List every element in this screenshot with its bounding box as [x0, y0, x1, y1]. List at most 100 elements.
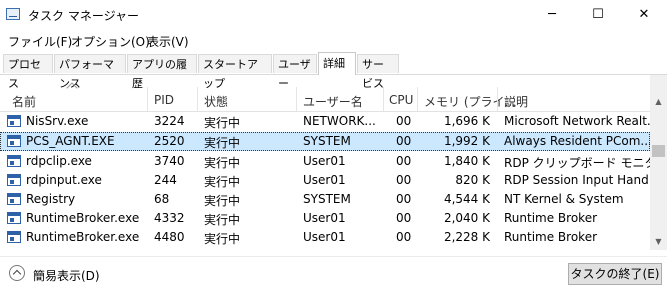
column-divider[interactable] — [383, 87, 384, 111]
cell-name: rdpclip.exe — [26, 154, 92, 168]
cell-cpu: 00 — [396, 211, 412, 225]
scroll-down-arrow-icon[interactable]: ▼ — [650, 233, 667, 250]
cell-description: Runtime Broker — [504, 211, 598, 225]
table-row-selected[interactable]: PCS_AGNT.EXE 2520 実行中 SYSTEM 00 1,992 K … — [0, 132, 650, 151]
cell-cpu: 00 — [396, 173, 412, 187]
tab-performance[interactable]: パフォーマンス — [54, 54, 126, 90]
title-bar: タスク マネージャー ─ ☐ ✕ — [0, 0, 667, 30]
window-title: タスク マネージャー — [28, 9, 139, 23]
table-header: 名前 PID 状態 ユーザー名 CPU メモリ (プライ... 説明 — [0, 75, 650, 112]
cell-pid: 2520 — [154, 134, 185, 148]
process-icon — [7, 193, 21, 205]
task-manager-icon — [6, 8, 20, 20]
column-header-pid[interactable]: PID — [154, 93, 174, 107]
cell-username: NETWORK... — [303, 114, 376, 128]
column-divider[interactable] — [296, 87, 297, 111]
cell-pid: 3740 — [154, 154, 185, 168]
cell-description: RDP Session Input Hand... — [504, 173, 650, 187]
cell-pid: 4480 — [154, 230, 185, 244]
footer: 簡易表示(D) タスクの終了(E) — [0, 256, 667, 295]
fewer-details-link[interactable]: 簡易表示(D) — [33, 267, 100, 284]
process-table: 名前 PID 状態 ユーザー名 CPU メモリ (プライ... 説明 NisSr… — [0, 75, 650, 250]
tab-details[interactable]: 詳細 — [318, 52, 356, 75]
menu-file[interactable]: ファイル(F) — [8, 33, 72, 50]
end-task-button[interactable]: タスクの終了(E) — [568, 263, 662, 285]
column-header-cpu[interactable]: CPU — [389, 93, 413, 107]
tab-startup[interactable]: スタートアップ — [198, 54, 272, 90]
cell-name: RuntimeBroker.exe — [26, 230, 140, 244]
column-divider[interactable] — [497, 87, 498, 111]
cell-pid: 4332 — [154, 211, 185, 225]
table-row[interactable]: rdpinput.exe 244 実行中 User01 00 820 K RDP… — [0, 171, 650, 190]
column-header-memory[interactable]: メモリ (プライ... — [424, 93, 516, 110]
menu-view[interactable]: 表示(V) — [147, 33, 189, 50]
cell-name: NisSrv.exe — [26, 114, 89, 128]
cell-cpu: 00 — [396, 230, 412, 244]
vertical-scrollbar[interactable]: ▲ ▼ — [650, 75, 667, 250]
cell-name: Registry — [26, 192, 76, 206]
cell-description: Microsoft Network Realt... — [504, 114, 650, 128]
column-header-name[interactable]: 名前 — [12, 93, 36, 110]
cell-username: User01 — [303, 211, 346, 225]
cell-status: 実行中 — [204, 175, 241, 189]
cell-memory: 1,840 K — [443, 154, 490, 168]
cell-pid: 3224 — [154, 114, 185, 128]
column-header-status[interactable]: 状態 — [204, 93, 228, 110]
scroll-up-arrow-icon[interactable]: ▲ — [650, 93, 667, 110]
scroll-thumb[interactable] — [652, 145, 665, 157]
minimize-button[interactable]: ─ — [529, 0, 575, 30]
cell-username: User01 — [303, 154, 346, 168]
close-button[interactable]: ✕ — [621, 0, 667, 30]
process-icon — [7, 135, 21, 147]
cell-name: rdpinput.exe — [26, 173, 102, 187]
table-row[interactable]: rdpclip.exe 3740 実行中 User01 00 1,840 K R… — [0, 152, 650, 171]
cell-username: User01 — [303, 173, 346, 187]
cell-memory: 1,992 K — [443, 134, 490, 148]
cell-description: NT Kernel & System — [504, 192, 624, 206]
cell-cpu: 00 — [396, 154, 412, 168]
cell-name: PCS_AGNT.EXE — [26, 134, 115, 148]
cell-memory: 4,544 K — [443, 192, 490, 206]
column-divider[interactable] — [417, 87, 418, 111]
maximize-button[interactable]: ☐ — [575, 0, 621, 30]
cell-pid: 68 — [154, 192, 170, 206]
cell-status: 実行中 — [204, 116, 241, 130]
tab-app-history[interactable]: アプリの履歴 — [127, 54, 197, 90]
process-icon — [7, 155, 21, 167]
tab-users[interactable]: ユーザー — [273, 54, 317, 90]
cell-description: RDP クリップボード モニター — [504, 156, 650, 170]
chevron-up-icon[interactable] — [9, 265, 25, 281]
process-icon — [7, 231, 21, 243]
process-icon — [7, 115, 21, 127]
cell-memory: 820 K — [455, 173, 490, 187]
table-row[interactable]: RuntimeBroker.exe 4332 実行中 User01 00 2,0… — [0, 209, 650, 228]
table-row[interactable]: RuntimeBroker.exe 4480 実行中 User01 00 2,2… — [0, 228, 650, 247]
column-divider[interactable] — [147, 87, 148, 111]
cell-cpu: 00 — [396, 134, 412, 148]
process-icon — [7, 212, 21, 224]
cell-status: 実行中 — [204, 194, 241, 208]
table-row[interactable]: NisSrv.exe 3224 実行中 NETWORK... 00 1,696 … — [0, 112, 650, 131]
sort-ascending-icon — [66, 82, 78, 94]
tab-processes[interactable]: プロセス — [3, 54, 53, 90]
cell-username: User01 — [303, 230, 346, 244]
cell-description: Always Resident PCom... — [504, 134, 650, 148]
cell-status: 実行中 — [204, 232, 241, 246]
tab-strip: プロセス パフォーマンス アプリの履歴 スタートアップ ユーザー 詳細 サービス — [0, 52, 667, 90]
column-divider[interactable] — [197, 87, 198, 111]
cell-memory: 2,040 K — [443, 211, 490, 225]
cell-cpu: 00 — [396, 114, 412, 128]
cell-pid: 244 — [154, 173, 177, 187]
cell-status: 実行中 — [204, 156, 241, 170]
menu-options[interactable]: オプション(O) — [71, 33, 150, 50]
cell-memory: 2,228 K — [443, 230, 490, 244]
tab-services[interactable]: サービス — [357, 54, 399, 90]
table-row[interactable]: Registry 68 実行中 SYSTEM 00 4,544 K NT Ker… — [0, 190, 650, 209]
process-icon — [7, 174, 21, 186]
cell-username: SYSTEM — [303, 134, 351, 148]
cell-cpu: 00 — [396, 192, 412, 206]
column-header-username[interactable]: ユーザー名 — [303, 93, 363, 110]
cell-name: RuntimeBroker.exe — [26, 211, 140, 225]
column-header-description[interactable]: 説明 — [504, 93, 528, 110]
cell-memory: 1,696 K — [443, 114, 490, 128]
